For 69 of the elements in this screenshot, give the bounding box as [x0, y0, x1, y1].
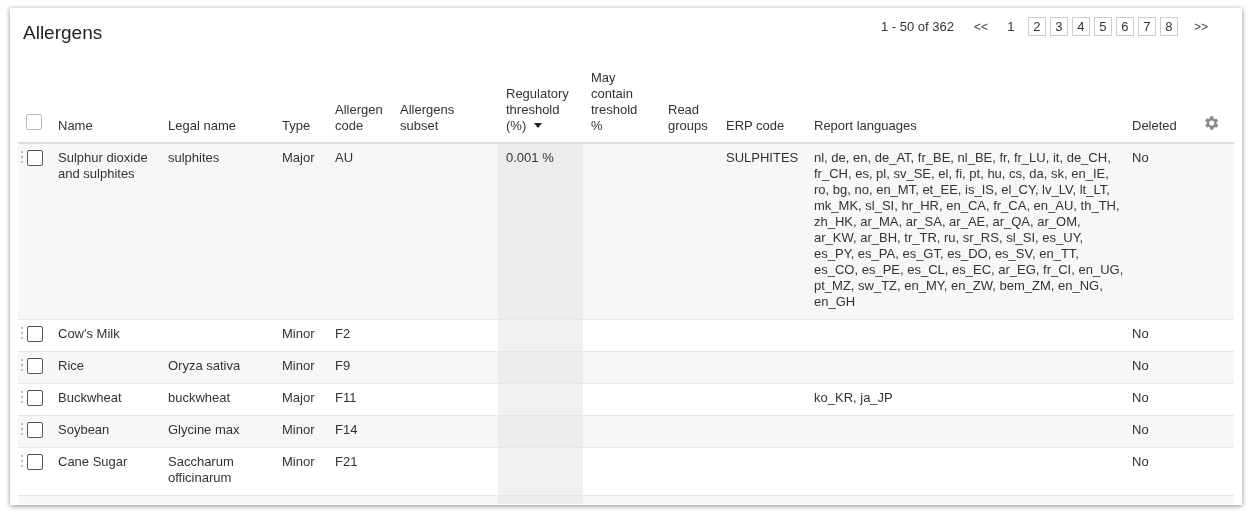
- allergen-code-cell-text: F2: [334, 325, 352, 343]
- row-checkbox[interactable]: [27, 150, 43, 166]
- row-checkbox[interactable]: [27, 390, 43, 406]
- column-header[interactable]: Legal name: [160, 118, 274, 142]
- drag-handle-icon[interactable]: [21, 326, 24, 340]
- drag-handle-icon[interactable]: [21, 454, 24, 468]
- deleted-cell-text: No: [1131, 149, 1150, 167]
- column-header[interactable]: Allergen code: [327, 102, 392, 142]
- first-page-link[interactable]: <<: [967, 19, 994, 34]
- deleted-cell-text: No: [1131, 325, 1150, 343]
- allergen-code-cell-text: F14: [334, 421, 359, 439]
- row-checkbox[interactable]: [27, 454, 43, 470]
- legal-name-cell-text: Glycine max: [167, 421, 241, 439]
- last-page-link[interactable]: >>: [1188, 19, 1214, 34]
- column-header[interactable]: ERP code: [718, 118, 806, 142]
- legal-name-cell-text: Oryza sativa: [167, 357, 242, 375]
- column-header[interactable]: Allergens subset: [392, 102, 498, 142]
- deleted-cell-text: No: [1131, 421, 1150, 439]
- column-header[interactable]: Report languages: [806, 118, 1124, 142]
- deleted-cell-text: No: [1131, 389, 1150, 407]
- caret-icon: [534, 123, 543, 128]
- allergen-code-cell-text: F21: [334, 453, 359, 471]
- row-checkbox[interactable]: [27, 326, 43, 342]
- page-range: 1 - 50 of 362: [880, 19, 954, 34]
- column-header[interactable]: Deleted: [1124, 118, 1190, 142]
- name-cell-text: Rice: [57, 357, 85, 375]
- column-header[interactable]: Read groups: [660, 102, 718, 142]
- page-title: Allergens: [23, 22, 103, 44]
- drag-handle-icon[interactable]: [21, 422, 24, 436]
- column-header[interactable]: May contain treshold %: [583, 70, 660, 142]
- legal-name-cell-text: Saccharum officinarum: [167, 453, 235, 487]
- type-cell-text: Minor: [281, 421, 316, 439]
- row-checkbox[interactable]: [27, 422, 43, 438]
- page-button[interactable]: 6: [1116, 17, 1134, 36]
- allergen-code-cell-text: F9: [334, 357, 352, 375]
- page-button[interactable]: 8: [1160, 17, 1178, 36]
- page-button[interactable]: 2: [1028, 17, 1046, 36]
- legal-name-cell-text: sulphites: [167, 149, 221, 167]
- allergen-code-cell-text: F11: [334, 389, 358, 407]
- column-header[interactable]: Regulatory threshold (%): [498, 86, 583, 142]
- name-cell-text: Cow's Milk: [57, 325, 121, 343]
- deleted-cell-text: No: [1131, 357, 1150, 375]
- page-button[interactable]: 5: [1094, 17, 1112, 36]
- select-all-checkbox[interactable]: [26, 114, 42, 130]
- legal-name-cell-text: buckwheat: [167, 389, 232, 407]
- type-cell-text: Minor: [281, 357, 316, 375]
- drag-handle-icon[interactable]: [21, 150, 24, 164]
- page-button[interactable]: 3: [1050, 17, 1068, 36]
- drag-handle-icon[interactable]: [21, 390, 24, 404]
- page-button[interactable]: 7: [1138, 17, 1156, 36]
- report-languages-cell-text: nl, de, en, de_AT, fr_BE, nl_BE, fr, fr_LU, it, de_CH, fr_CH, es, pl, sv_SE, el, fi, pt, hu, cs, da, sk, en_IE, ro, bg, no, en_MT, et_EE, is_IS, el_CY, lv_LV, lt_LT, mk_MK, sl_SI, hr_HR, en_CA, fr_CA, en_AU, th_TH, zh_HK, ar_MA, ar_SA, ar_AE, ar_QA, ar_OM, ar_KW, ar_BH, tr_TR, ru, sr_RS, sl_SI, es_UY, es_PY, es_PA, es_GT, es_DO, es_SV, en_TT, es_CO, es_PE, es_CL, es_EC, ar_EG, fr_CI, en_UG, pt_MZ, sw_TZ, en_MY, en_ZW, bem_ZM, en_NG, en_GH: [813, 149, 1124, 311]
- erp-code-cell-text: SULPHITES: [725, 149, 800, 167]
- name-cell-text: Soybean: [57, 421, 111, 439]
- name-cell-text: Sulphur dioxide and sulphites: [57, 149, 149, 183]
- allergen-code-cell-text: AU: [334, 149, 355, 167]
- threshold-cell: 0.001 %: [498, 144, 583, 319]
- row-checkbox[interactable]: [27, 358, 43, 374]
- drag-handle-icon[interactable]: [21, 358, 24, 372]
- type-cell-text: Minor: [281, 325, 316, 343]
- type-cell-text: Major: [281, 389, 316, 407]
- column-header[interactable]: Name: [50, 118, 160, 142]
- deleted-cell-text: No: [1131, 453, 1150, 471]
- page-button[interactable]: 4: [1072, 17, 1090, 36]
- column-header[interactable]: Type: [274, 118, 327, 142]
- name-cell-text: Cane Sugar: [57, 453, 129, 471]
- report-languages-cell-text: ko_KR, ja_JP: [813, 389, 894, 407]
- type-cell-text: Minor: [281, 453, 316, 471]
- name-cell-text: Buckwheat: [57, 389, 123, 407]
- type-cell-text: Major: [281, 149, 316, 167]
